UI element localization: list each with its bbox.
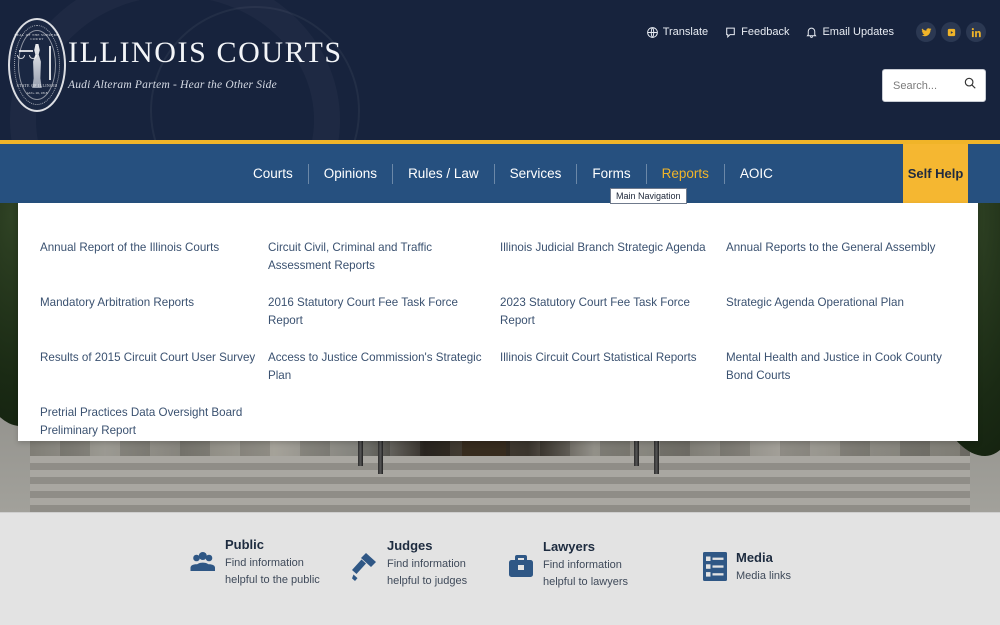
dropdown-link[interactable]: Strategic Agenda Operational Plan [726, 294, 966, 330]
self-help-button[interactable]: Self Help [903, 144, 968, 203]
utility-nav: Translate Feedback Email Updates [646, 22, 986, 42]
main-nav-items: Courts Opinions Rules / Law Services For… [238, 144, 788, 203]
nav-item-services[interactable]: Services [495, 144, 577, 203]
nav-item-rules-law[interactable]: Rules / Law [393, 144, 494, 203]
dropdown-link[interactable]: Annual Report of the Illinois Courts [40, 239, 268, 275]
seal-date-text: AUG. 26, 1818 [26, 91, 48, 95]
site-title: ILLINOIS COURTS [68, 36, 343, 69]
bell-icon [805, 26, 818, 39]
site-tagline: Audi Alteram Partem - Hear the Other Sid… [68, 79, 277, 91]
dropdown-link[interactable]: Circuit Civil, Criminal and Traffic Asse… [268, 239, 500, 275]
twitter-icon[interactable] [916, 22, 936, 42]
feedback-link[interactable]: Feedback [724, 26, 789, 39]
dropdown-link-empty [500, 404, 726, 440]
quick-links-bar: Public Find information helpful to the p… [0, 512, 1000, 625]
globe-icon [646, 26, 659, 39]
email-updates-label: Email Updates [822, 26, 894, 38]
social-links [916, 22, 986, 42]
nav-item-opinions[interactable]: Opinions [309, 144, 392, 203]
quick-link-desc: Find information helpful to the public [225, 557, 320, 586]
site-header: SEAL OF THE SUPREME COURT STATE OF ILLIN… [0, 0, 1000, 140]
page-root: SEAL OF THE SUPREME COURT STATE OF ILLIN… [0, 0, 1000, 625]
scales-icon [17, 50, 37, 59]
dropdown-link-grid: Annual Report of the Illinois Courts Cir… [40, 239, 970, 459]
quick-link-title: Judges [387, 538, 433, 553]
illinois-supreme-court-seal-logo[interactable]: SEAL OF THE SUPREME COURT STATE OF ILLIN… [8, 10, 66, 120]
reports-dropdown-panel: Annual Report of the Illinois Courts Cir… [18, 203, 978, 441]
dropdown-link-empty [726, 404, 966, 440]
dropdown-link[interactable]: Illinois Circuit Court Statistical Repor… [500, 349, 726, 385]
dropdown-link[interactable]: Results of 2015 Circuit Court User Surve… [40, 349, 268, 385]
quick-link-lawyers[interactable]: Lawyers Find information helpful to lawy… [508, 539, 655, 591]
quick-link-title: Lawyers [543, 539, 596, 554]
dropdown-link[interactable]: Illinois Judicial Branch Strategic Agend… [500, 239, 726, 275]
linkedin-icon[interactable] [966, 22, 986, 42]
quick-link-title: Media [736, 550, 773, 565]
quick-link-desc: Find information helpful to judges [387, 558, 468, 587]
staff-icon [49, 46, 51, 80]
translate-link[interactable]: Translate [646, 26, 708, 39]
email-updates-link[interactable]: Email Updates [805, 26, 894, 39]
seal-bottom-text: STATE OF ILLINOIS [16, 83, 58, 88]
quick-link-public[interactable]: Public Find information helpful to the p… [190, 537, 337, 589]
gavel-icon [352, 552, 378, 587]
dropdown-link[interactable]: Mental Health and Justice in Cook County… [726, 349, 966, 385]
dropdown-link[interactable]: Mandatory Arbitration Reports [40, 294, 268, 330]
quick-link-media[interactable]: Media Media links [703, 550, 791, 586]
main-navigation-bar: Courts Opinions Rules / Law Services For… [0, 140, 1000, 203]
dropdown-link[interactable]: 2023 Statutory Court Fee Task Force Repo… [500, 294, 726, 330]
dropdown-link[interactable]: Annual Reports to the General Assembly [726, 239, 966, 275]
quick-link-title: Public [225, 537, 265, 552]
search-input[interactable] [891, 78, 963, 93]
quick-link-judges[interactable]: Judges Find information helpful to judge… [352, 538, 499, 590]
dropdown-link[interactable]: 2016 Statutory Court Fee Task Force Repo… [268, 294, 500, 330]
search-box[interactable] [882, 69, 986, 102]
quick-link-desc: Find information helpful to lawyers [543, 559, 628, 588]
youtube-icon[interactable] [941, 22, 961, 42]
seal-top-text: SEAL OF THE SUPREME COURT [14, 33, 60, 41]
main-navigation-tooltip: Main Navigation [610, 188, 687, 204]
quick-link-desc: Media links [736, 570, 792, 582]
list-icon [703, 552, 727, 586]
dropdown-link[interactable]: Access to Justice Commission's Strategic… [268, 349, 500, 385]
building-steps [30, 456, 970, 512]
nav-item-aoic[interactable]: AOIC [725, 144, 788, 203]
speech-bubble-icon [724, 26, 737, 39]
dropdown-link[interactable]: Pretrial Practices Data Oversight Board … [40, 404, 268, 440]
people-group-icon [190, 551, 216, 578]
nav-item-courts[interactable]: Courts [238, 144, 308, 203]
dropdown-link-empty [268, 404, 500, 440]
translate-label: Translate [662, 26, 709, 38]
search-icon[interactable] [963, 76, 977, 95]
briefcase-icon [508, 553, 534, 584]
feedback-label: Feedback [741, 26, 790, 38]
